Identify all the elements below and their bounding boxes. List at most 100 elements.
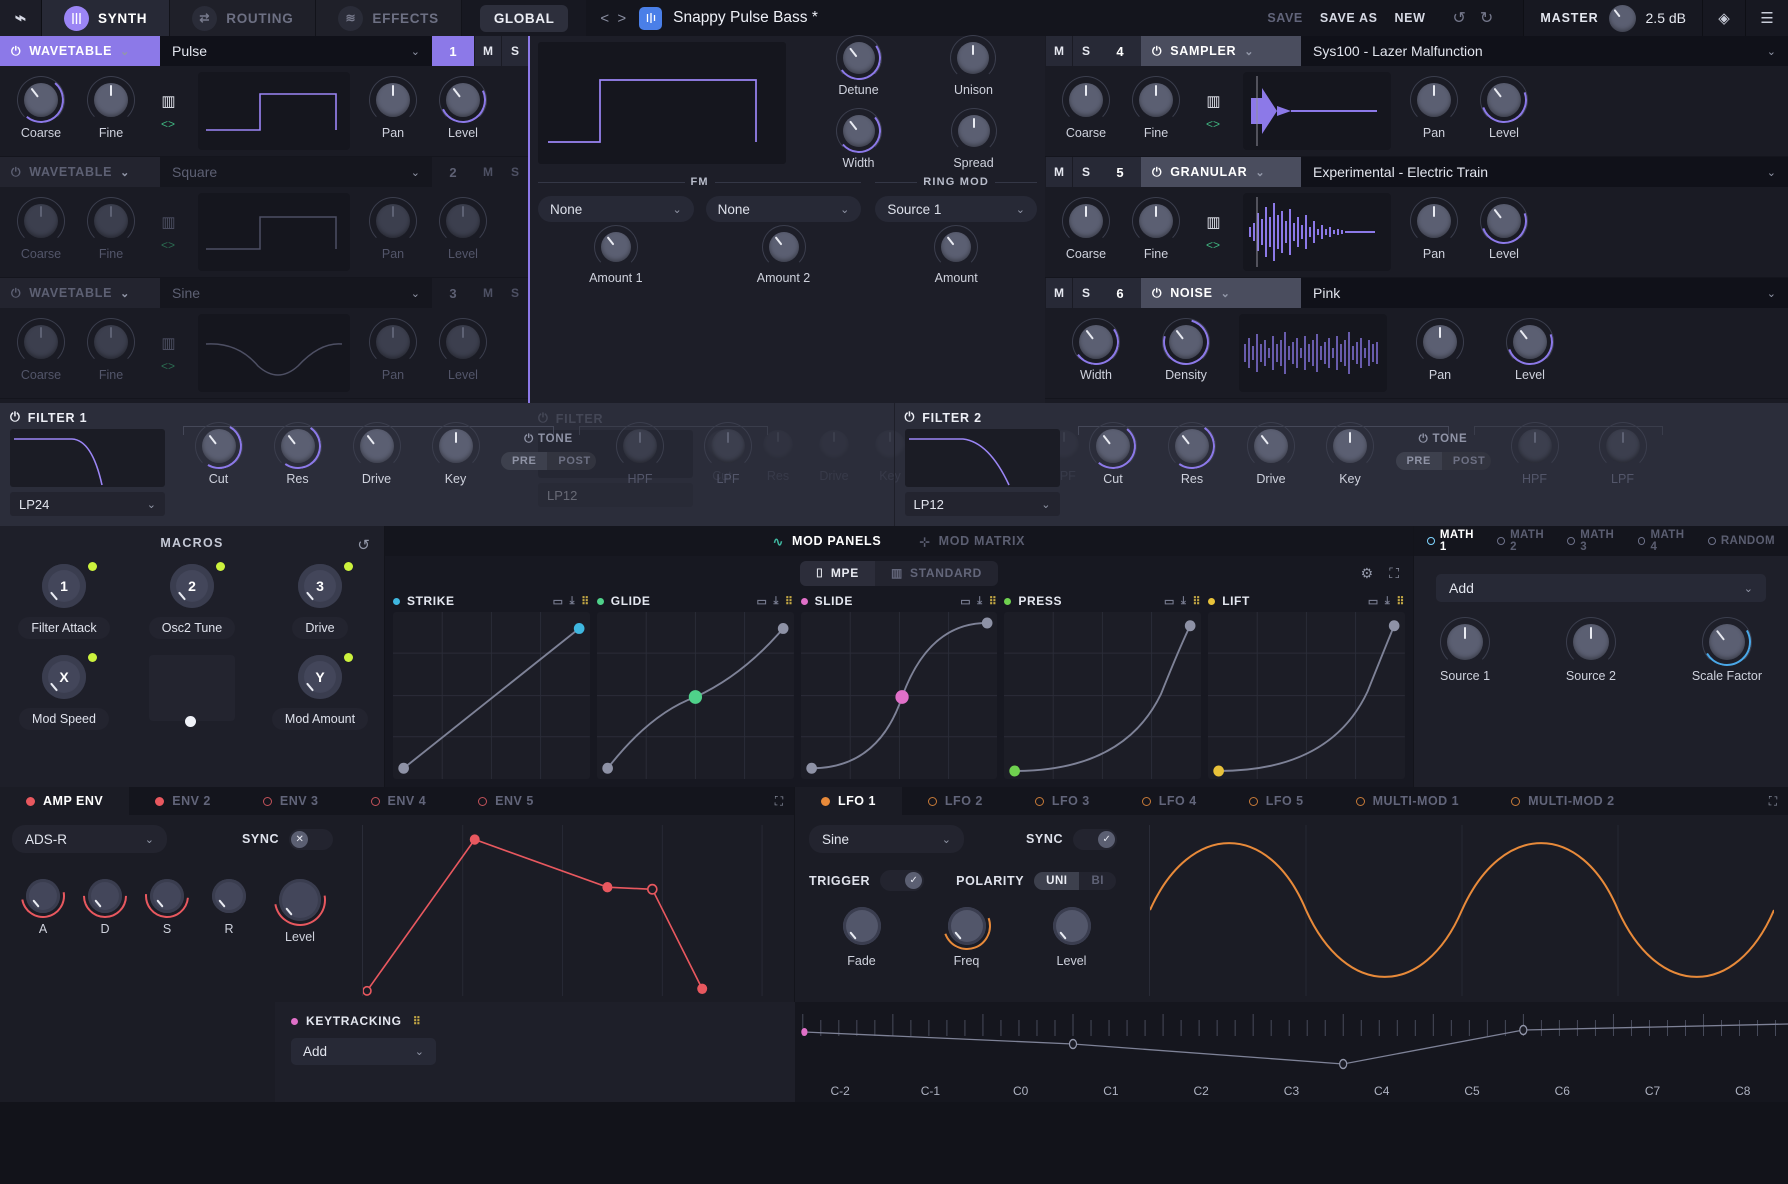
expand-icon[interactable]: ⛶ xyxy=(1389,565,1399,582)
mpe-option[interactable]: ⌷ MPE xyxy=(800,561,875,586)
keytracking-graph[interactable]: C-2 C-1 C0 C1 C2 C3 C4 C5 C6 C7 C8 xyxy=(795,1002,1788,1102)
standard-option[interactable]: ▥ STANDARD xyxy=(875,561,998,586)
fm-source-1-select[interactable]: None ⌄ xyxy=(538,196,694,222)
filter-2-drive-knob[interactable]: Drive xyxy=(1232,429,1311,486)
math-source-1-knob[interactable]: Source 1 xyxy=(1440,624,1490,683)
lfo-trigger-toggle[interactable]: ✓ xyxy=(880,870,924,891)
macro-y[interactable]: Y Mod Amount xyxy=(261,655,379,730)
spread-knob[interactable]: Spread xyxy=(953,115,993,170)
macro-1-knob[interactable]: 1 xyxy=(42,564,86,608)
envelope-graph[interactable] xyxy=(362,825,782,996)
osc1-fine-knob[interactable]: Fine xyxy=(76,83,146,140)
osc5-type-selector[interactable]: ⏻ GRANULAR ⌄ xyxy=(1141,157,1301,187)
power-icon[interactable]: ⏻ xyxy=(1152,44,1162,59)
code-brackets-icon[interactable]: <> xyxy=(1206,238,1220,252)
env-mode-select[interactable]: ADS-R ⌄ xyxy=(12,825,167,853)
macro-1-label[interactable]: Filter Attack xyxy=(18,617,109,639)
osc6-number[interactable]: 6 xyxy=(1099,278,1141,308)
osc2-level-knob[interactable]: Level xyxy=(428,204,498,261)
osc4-level-knob[interactable]: Level xyxy=(1469,83,1539,140)
power-icon[interactable]: ⏻ xyxy=(10,410,21,425)
osc4-number[interactable]: 4 xyxy=(1099,36,1141,66)
osc2-pan-knob[interactable]: Pan xyxy=(358,204,428,261)
filter-2-pre-option[interactable]: PRE xyxy=(1396,452,1442,470)
keyboard-icon[interactable]: ▥ xyxy=(161,334,174,352)
macro-3-assign-dot[interactable] xyxy=(344,562,353,571)
grid-icon[interactable]: ⠿ xyxy=(1193,595,1202,608)
osc6-solo-button[interactable]: S xyxy=(1073,278,1099,308)
macro-x-assign-dot[interactable] xyxy=(88,653,97,662)
osc4-pan-knob[interactable]: Pan xyxy=(1399,83,1469,140)
env-sync-toggle[interactable]: ✕ xyxy=(289,829,333,850)
osc1-waveform-display[interactable] xyxy=(198,72,350,150)
preset-name[interactable]: Snappy Pulse Bass * xyxy=(673,9,818,27)
osc6-type-selector[interactable]: ⏻ NOISE ⌄ xyxy=(1141,278,1301,308)
tab-env-2[interactable]: ENV 2 xyxy=(129,787,237,815)
lfo-waveform-display[interactable] xyxy=(1149,825,1774,996)
macro-x-label[interactable]: Mod Speed xyxy=(19,708,109,730)
detune-knob[interactable]: Detune xyxy=(838,42,878,97)
macro-y-assign-dot[interactable] xyxy=(344,653,353,662)
osc1-level-knob[interactable]: Level xyxy=(428,83,498,140)
osc6-mute-button[interactable]: M xyxy=(1046,278,1072,308)
osc2-number[interactable]: 2 xyxy=(432,157,474,187)
ringmod-amount-knob[interactable]: Amount xyxy=(875,232,1037,285)
osc3-waveform-display[interactable] xyxy=(198,314,350,392)
osc5-coarse-knob[interactable]: Coarse xyxy=(1051,204,1121,261)
preset-icon[interactable]: ▭ xyxy=(1164,595,1175,608)
hamburger-menu-icon[interactable]: ☰ xyxy=(1745,0,1788,36)
power-icon[interactable]: ⏻ xyxy=(11,44,21,59)
osc5-preset-selector[interactable]: Experimental - Electric Train ⌄ xyxy=(1301,157,1788,187)
osc1-number[interactable]: 1 xyxy=(432,36,474,66)
download-icon[interactable]: ⤓ xyxy=(773,595,778,608)
osc4-preset-selector[interactable]: Sys100 - Lazer Malfunction ⌄ xyxy=(1301,36,1788,66)
osc3-number[interactable]: 3 xyxy=(432,278,474,308)
download-icon[interactable]: ⤓ xyxy=(977,595,982,608)
tab-math-3[interactable]: MATH 3 xyxy=(1560,529,1630,553)
lfo-sync-toggle[interactable]: ✓ xyxy=(1073,829,1117,850)
filter-2-lpf-knob[interactable]: LPF xyxy=(1579,429,1667,486)
math-operation-select[interactable]: Add ⌄ xyxy=(1436,574,1766,602)
osc6-noise-display[interactable] xyxy=(1239,314,1387,392)
filter-2-prepost-toggle[interactable]: PRE POST xyxy=(1396,452,1491,470)
osc1-pan-knob[interactable]: Pan xyxy=(358,83,428,140)
osc3-preset-selector[interactable]: Sine ⌄ xyxy=(160,278,432,308)
osc5-level-knob[interactable]: Level xyxy=(1469,204,1539,261)
preset-icon[interactable]: ▭ xyxy=(756,595,767,608)
macro-y-knob[interactable]: Y xyxy=(298,655,342,699)
filter-1-lpf-knob[interactable]: LPF xyxy=(684,429,772,486)
env-attack-knob[interactable]: A xyxy=(12,879,74,944)
xy-pad-handle[interactable] xyxy=(185,716,196,727)
grid-icon[interactable]: ⠿ xyxy=(989,595,998,608)
press-curve-editor[interactable] xyxy=(1004,612,1201,779)
expand-icon[interactable]: ⛶ xyxy=(764,787,794,815)
filter-1-res-knob[interactable]: Res xyxy=(258,429,337,486)
tab-math-1[interactable]: MATH 1 xyxy=(1420,529,1490,553)
env-decay-knob[interactable]: D xyxy=(74,879,136,944)
osc4-coarse-knob[interactable]: Coarse xyxy=(1051,83,1121,140)
osc3-solo-button[interactable]: S xyxy=(502,278,528,308)
tab-env-3[interactable]: ENV 3 xyxy=(237,787,345,815)
tab-env-5[interactable]: ENV 5 xyxy=(452,787,560,815)
keyboard-icon[interactable]: ▥ xyxy=(1206,213,1219,231)
osc3-level-knob[interactable]: Level xyxy=(428,325,498,382)
fm-source-2-select[interactable]: None ⌄ xyxy=(706,196,862,222)
tab-amp-env[interactable]: AMP ENV xyxy=(0,787,129,815)
tab-math-4[interactable]: MATH 4 xyxy=(1631,529,1701,553)
download-icon[interactable]: ⤓ xyxy=(570,595,575,608)
osc3-pan-knob[interactable]: Pan xyxy=(358,325,428,382)
osc4-mute-button[interactable]: M xyxy=(1046,36,1072,66)
osc1-mute-button[interactable]: M xyxy=(475,36,501,66)
osc3-mute-button[interactable]: M xyxy=(475,278,501,308)
power-icon[interactable]: ⏻ xyxy=(11,286,21,301)
lfo-shape-select[interactable]: Sine ⌄ xyxy=(809,825,964,853)
filter-1-key-knob[interactable]: Key xyxy=(416,429,495,486)
filter-1-hpf-knob[interactable]: HPF xyxy=(596,429,684,486)
env-release-knob[interactable]: R xyxy=(198,879,260,944)
filter-2-post-option[interactable]: POST xyxy=(1442,452,1491,470)
osc1-keytrack-icons[interactable]: ▥ <> xyxy=(146,92,190,131)
save-button[interactable]: SAVE xyxy=(1267,11,1303,25)
slide-curve-editor[interactable] xyxy=(801,612,998,779)
expand-icon[interactable]: ⛶ xyxy=(1758,787,1788,815)
osc5-pan-knob[interactable]: Pan xyxy=(1399,204,1469,261)
